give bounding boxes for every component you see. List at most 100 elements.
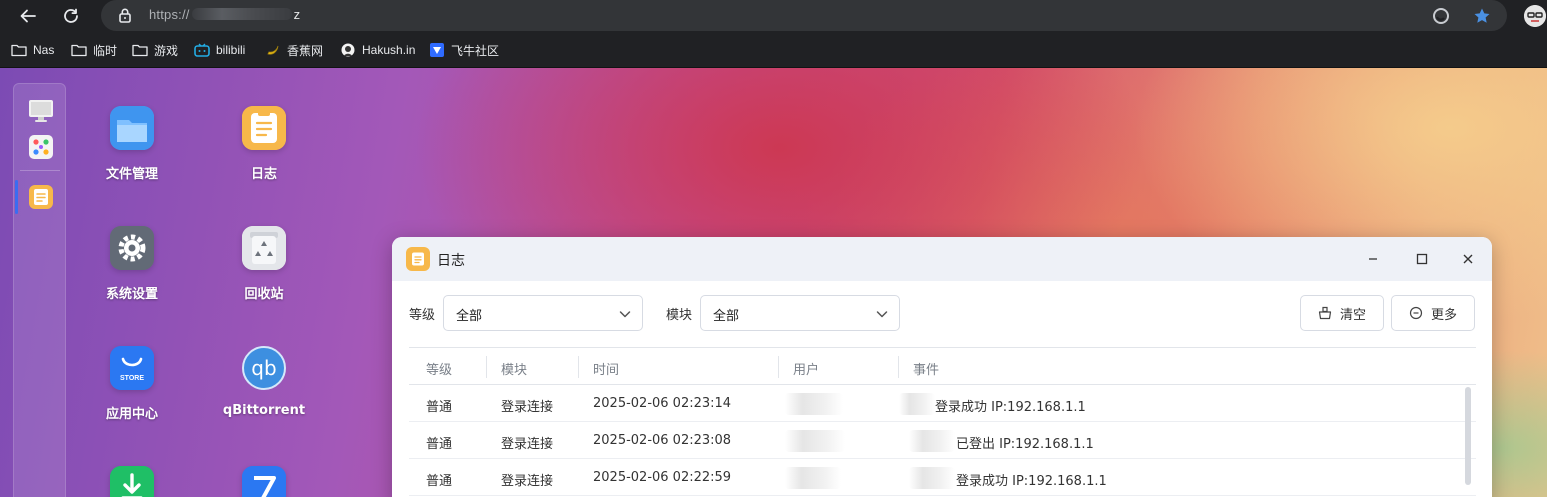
app-file-manager[interactable]: 文件管理 [72, 106, 192, 182]
app-store[interactable]: STORE 应用中心 [72, 346, 192, 422]
bookmark-banana[interactable]: 香蕉网 [265, 40, 323, 60]
url-scheme: https:// [149, 7, 190, 22]
clear-button-label: 清空 [1339, 307, 1366, 323]
minimize-icon [1369, 258, 1377, 260]
table-row[interactable]: 普通 登录连接 2025-02-06 02:23:08 已登出 IP:192.1… [409, 422, 1476, 459]
app-download[interactable] [72, 466, 192, 497]
table-scrollbar[interactable] [1465, 387, 1471, 485]
column-header-module[interactable]: 模块 [501, 359, 527, 378]
level-filter-label: 等级 [409, 308, 436, 323]
bookmark-games[interactable]: 游戏 [132, 40, 178, 60]
dock-divider [20, 170, 60, 171]
column-divider[interactable] [578, 356, 579, 378]
redacted-user [785, 430, 845, 452]
module-select[interactable]: 全部 [700, 295, 900, 331]
dock-item-log[interactable] [28, 184, 54, 210]
cell-level: 普通 [426, 400, 453, 415]
log-app-icon [29, 185, 53, 209]
app-system-settings[interactable]: 系统设置 [72, 226, 192, 302]
lock-icon[interactable] [118, 7, 132, 27]
bookmark-label: Nas [33, 43, 55, 57]
log-table: 等级 模块 时间 用户 事件 普通 登录连接 2025-02-06 02:23:… [409, 347, 1476, 496]
bookmark-fnos-community[interactable]: 飞牛社区 [429, 40, 499, 60]
app-label: 回收站 [244, 287, 284, 302]
app-grid-icon [29, 135, 53, 159]
redacted-host [191, 8, 292, 20]
bookmark-hakush[interactable]: Hakush.in [340, 40, 415, 60]
app-label: 应用中心 [105, 407, 158, 422]
download-app-icon [110, 466, 154, 497]
maximize-icon [1416, 253, 1428, 265]
show-desktop-button[interactable] [28, 98, 54, 124]
redacted-event-prefix [899, 393, 935, 415]
log-app-icon [242, 106, 286, 150]
more-button[interactable]: 更多 [1391, 295, 1475, 331]
taskbar-dock [13, 83, 66, 497]
address-bar[interactable]: https:// z [101, 0, 1507, 31]
maximize-button[interactable] [1412, 249, 1432, 269]
cell-module: 登录连接 [501, 474, 554, 489]
app-qbittorrent[interactable]: qb qBittorrent [204, 346, 324, 418]
hakush-icon [340, 42, 356, 58]
close-icon [1463, 254, 1473, 264]
folder-icon [132, 42, 148, 58]
level-select-value: 全部 [456, 309, 483, 324]
cell-event: 已登出 IP:192.168.1.1 [956, 437, 1094, 452]
bookmark-label: bilibili [216, 43, 246, 57]
cell-time: 2025-02-06 02:22:59 [593, 470, 732, 485]
cell-time: 2025-02-06 02:23:14 [593, 396, 732, 411]
bookmark-temp[interactable]: 临时 [71, 40, 117, 60]
settings-app-icon [110, 226, 154, 270]
log-app-icon [406, 247, 430, 271]
active-indicator [15, 180, 18, 214]
app-launcher-button[interactable] [28, 134, 54, 160]
close-button[interactable] [1458, 249, 1478, 269]
monitor-icon [29, 100, 53, 122]
column-divider[interactable] [898, 356, 899, 378]
bookmark-star-icon[interactable] [1472, 6, 1492, 26]
column-divider[interactable] [486, 356, 487, 378]
table-header: 等级 模块 时间 用户 事件 [409, 347, 1476, 385]
app-label: 系统设置 [105, 287, 158, 302]
table-row[interactable]: 普通 登录连接 2025-02-06 02:22:59 登录成功 IP:192.… [409, 459, 1476, 496]
table-row[interactable]: 普通 登录连接 2025-02-06 02:23:14 登录成功 IP:192.… [409, 385, 1476, 422]
bookmarks-bar: Nas 临时 游戏 bilibili 香蕉网 Hakush.in 飞牛社区 [0, 33, 1547, 68]
cell-event: 登录成功 IP:192.168.1.1 [956, 474, 1107, 489]
svg-text:qb: qb [251, 356, 276, 380]
fnos-community-icon [429, 42, 445, 58]
back-arrow-icon [20, 9, 36, 23]
level-select[interactable]: 全部 [443, 295, 643, 331]
edge-refresh-icon[interactable] [1431, 6, 1451, 26]
recycle-bin-icon [242, 226, 286, 270]
column-header-level[interactable]: 等级 [426, 359, 452, 378]
folder-app-icon [110, 106, 154, 150]
app-fn-connect[interactable] [204, 466, 324, 497]
reload-button[interactable] [57, 3, 85, 29]
bookmark-bilibili[interactable]: bilibili [194, 40, 245, 60]
cell-level: 普通 [426, 437, 453, 452]
clear-button[interactable]: 清空 [1300, 295, 1384, 331]
redacted-event-prefix [909, 467, 955, 489]
cell-module: 登录连接 [501, 437, 554, 452]
redacted-user [785, 467, 841, 489]
bookmark-nas[interactable]: Nas [11, 40, 54, 60]
more-button-label: 更多 [1430, 307, 1457, 323]
column-header-event[interactable]: 事件 [913, 359, 939, 378]
window-titlebar[interactable]: 日志 [392, 237, 1492, 281]
column-divider[interactable] [778, 356, 779, 378]
back-button[interactable] [14, 3, 42, 29]
chevron-down-icon [876, 311, 888, 318]
app-recycle-bin[interactable]: 回收站 [204, 226, 324, 302]
bookmark-label: 飞牛社区 [451, 43, 500, 58]
bookmark-label: 游戏 [154, 43, 179, 58]
profile-avatar[interactable] [1524, 5, 1546, 27]
app-log[interactable]: 日志 [204, 106, 324, 182]
window-title: 日志 [437, 253, 465, 269]
bilibili-icon [194, 42, 210, 58]
folder-icon [71, 42, 87, 58]
minimize-button[interactable] [1363, 249, 1383, 269]
column-header-time[interactable]: 时间 [593, 359, 619, 378]
column-header-user[interactable]: 用户 [793, 359, 819, 378]
chevron-down-icon [619, 311, 631, 318]
redacted-user [785, 393, 843, 415]
